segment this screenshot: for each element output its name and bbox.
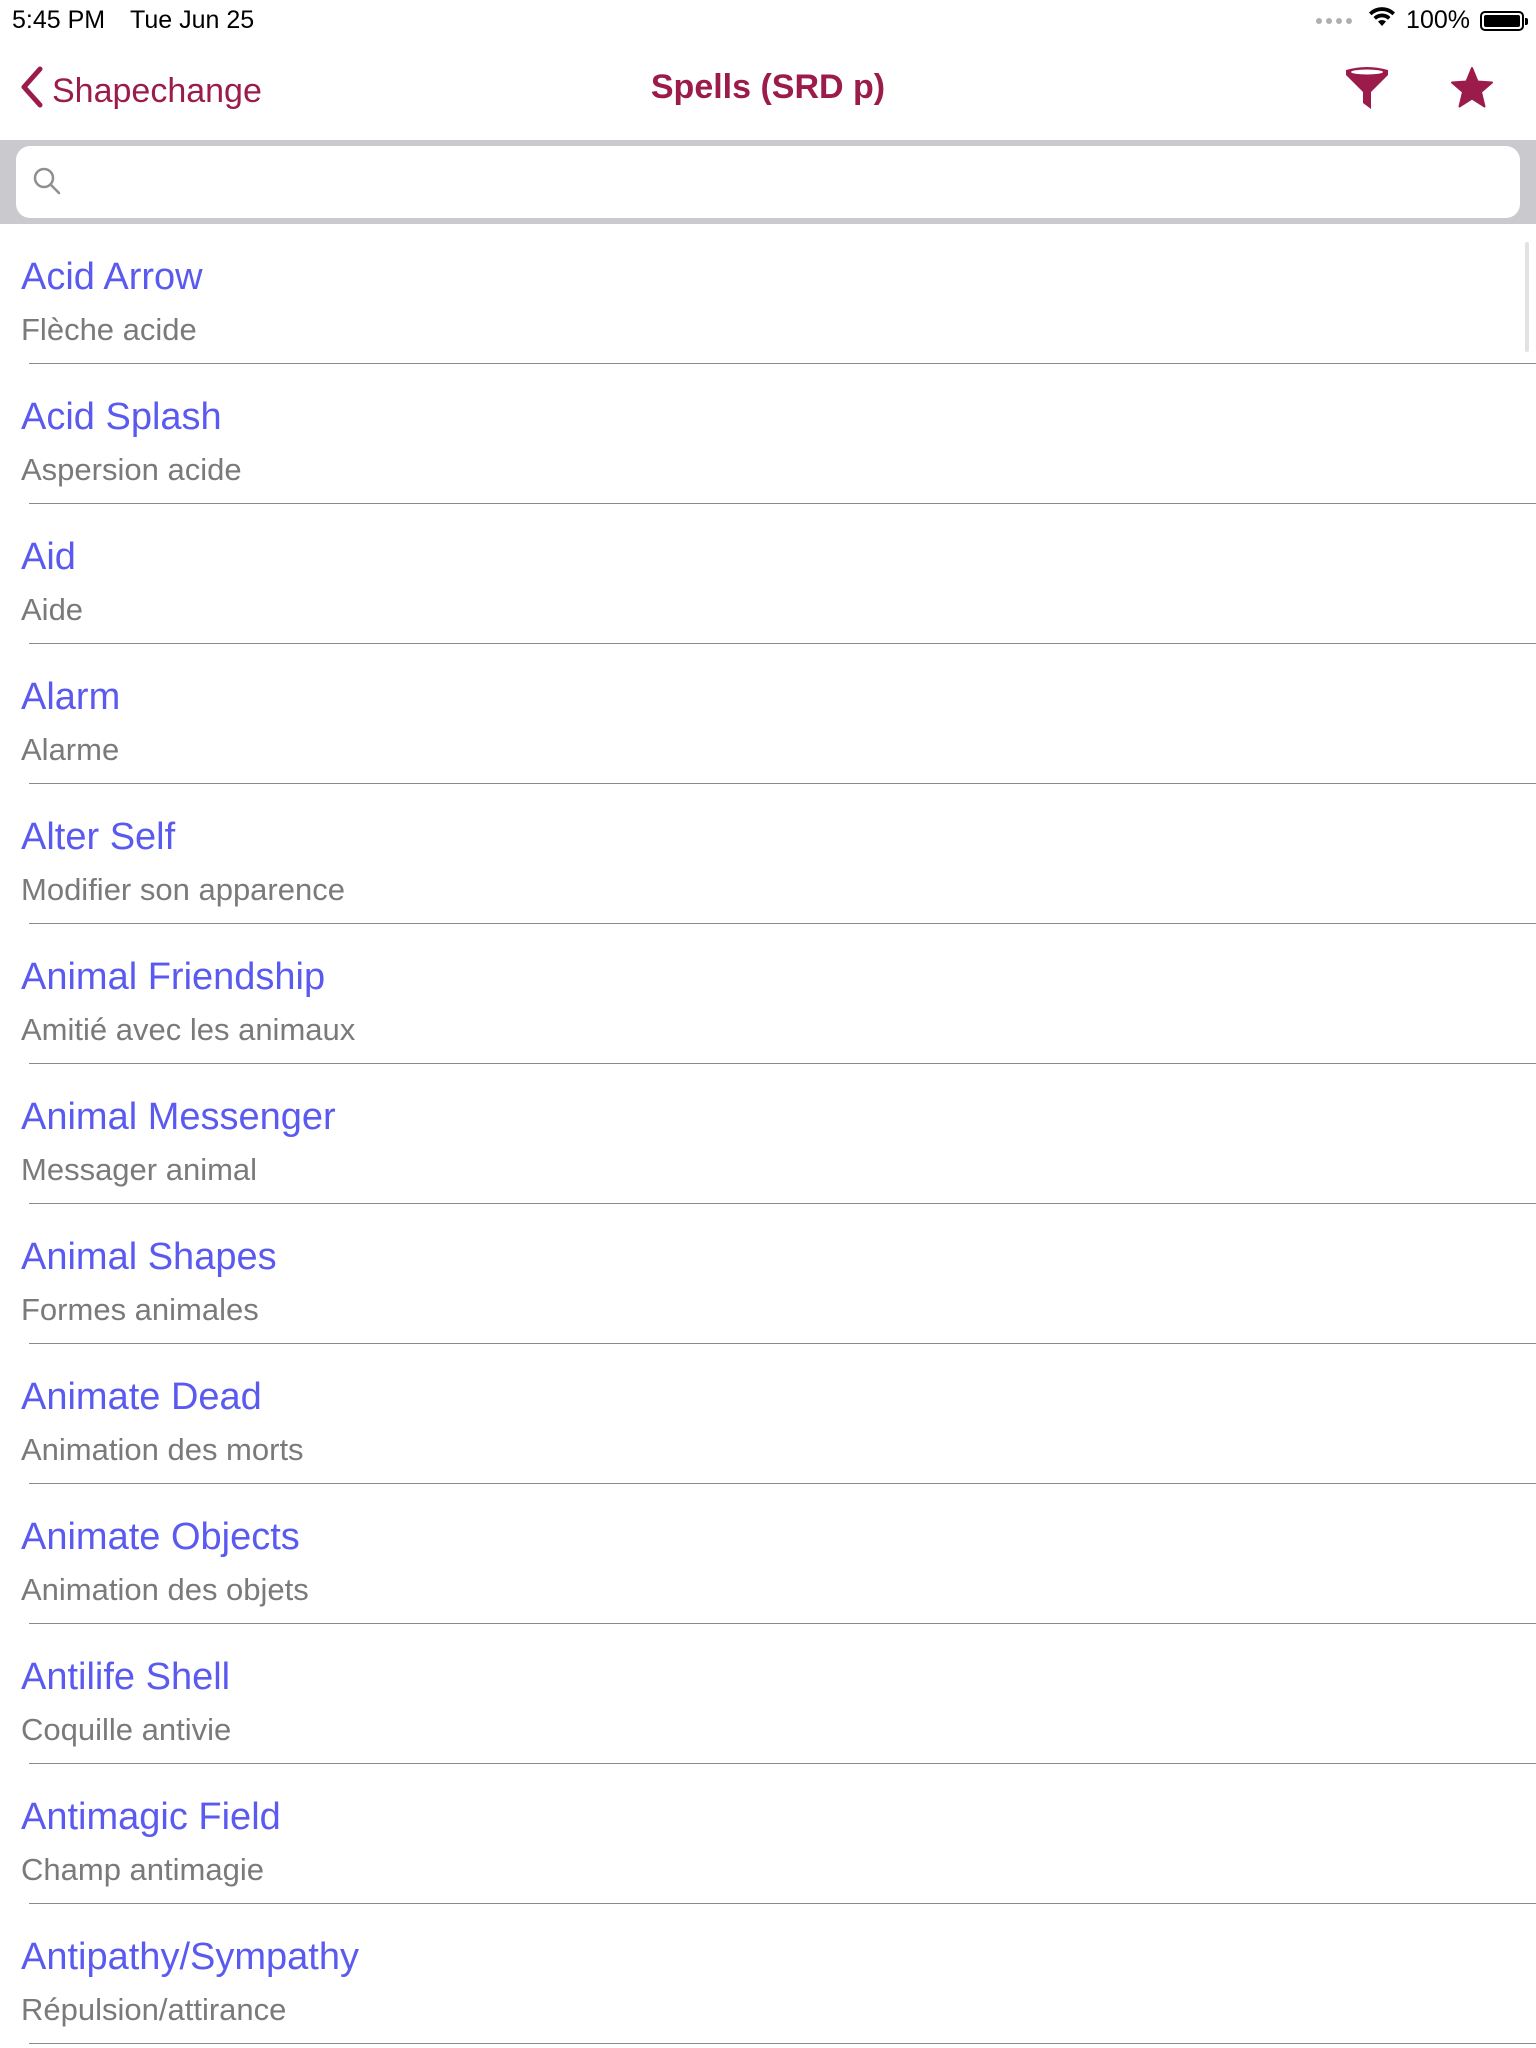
star-icon[interactable] [1450,66,1494,115]
list-item[interactable]: Alarm Alarme [0,644,1536,784]
spell-name: Antilife Shell [21,1656,231,1698]
spell-name: Acid Splash [21,396,222,438]
spell-name: Animal Messenger [21,1096,336,1138]
spell-translation: Aide [21,592,84,627]
spell-name: Aid [21,536,76,578]
list-item[interactable]: Animal Shapes Formes animales [0,1204,1536,1344]
list-item[interactable]: Antilife Shell Coquille antivie [0,1624,1536,1764]
spell-name: Animate Objects [21,1516,300,1558]
list-item[interactable]: Animate Objects Animation des objets [0,1484,1536,1624]
spell-name: Antipathy/Sympathy [21,1936,359,1978]
spell-name: Acid Arrow [21,256,203,298]
status-bar: 5:45 PM Tue Jun 25 100% [0,0,1536,40]
spell-translation: Animation des objets [21,1572,309,1607]
status-date: Tue Jun 25 [130,6,255,34]
cellular-signal-icon [1316,17,1353,24]
status-time: 5:45 PM [12,6,106,34]
spell-name: Animal Shapes [21,1236,277,1278]
status-right: 100% [1316,6,1528,35]
list-item[interactable]: Acid Arrow Flèche acide [0,224,1536,364]
spell-translation: Amitié avec les animaux [21,1012,356,1047]
spell-translation: Formes animales [21,1292,259,1327]
spell-name: Alter Self [21,816,176,858]
list-item[interactable]: Animal Messenger Messager animal [0,1064,1536,1204]
spell-translation: Modifier son apparence [21,872,345,907]
battery-percent: 100% [1406,6,1470,34]
list-item[interactable]: Animal Friendship Amitié avec les animaux [0,924,1536,1064]
list-item[interactable]: Antipathy/Sympathy Répulsion/attirance [0,1904,1536,2044]
spell-translation: Messager animal [21,1152,258,1187]
filter-icon[interactable] [1344,66,1390,117]
list-item[interactable]: Alter Self Modifier son apparence [0,784,1536,924]
search-icon [32,166,62,201]
list-item[interactable]: Antimagic Field Champ antimagie [0,1764,1536,1904]
spell-name: Antimagic Field [21,1796,281,1838]
battery-icon [1480,10,1528,31]
spell-translation: Aspersion acide [21,452,242,487]
search-input[interactable] [16,146,1520,218]
spell-name: Animal Friendship [21,956,326,998]
navigation-bar: Shapechange Spells (SRD p) [0,40,1536,140]
spell-translation: Répulsion/attirance [21,1992,287,2027]
spell-translation: Flèche acide [21,312,197,347]
spell-list: Acid Arrow Flèche acide Acid Splash Aspersi… [0,224,1536,2044]
spell-name: Animate Dead [21,1376,262,1418]
search-bar [0,140,1536,224]
page-title: Spells (SRD p) [650,68,886,106]
spell-name: Alarm [21,676,121,718]
list-item[interactable]: Animate Dead Animation des morts [0,1344,1536,1484]
row-separator [29,2043,1536,2044]
scrollbar[interactable] [1525,242,1529,352]
screen: 5:45 PM Tue Jun 25 100% Shapechange Spel… [0,0,1536,2048]
spell-translation: Champ antimagie [21,1852,264,1887]
wifi-icon [1368,6,1396,35]
list-item[interactable]: Aid Aide [0,504,1536,644]
spell-translation: Animation des morts [21,1432,304,1467]
spell-translation: Alarme [21,732,120,767]
list-item[interactable]: Acid Splash Aspersion acide [0,364,1536,504]
spell-translation: Coquille antivie [21,1712,232,1747]
